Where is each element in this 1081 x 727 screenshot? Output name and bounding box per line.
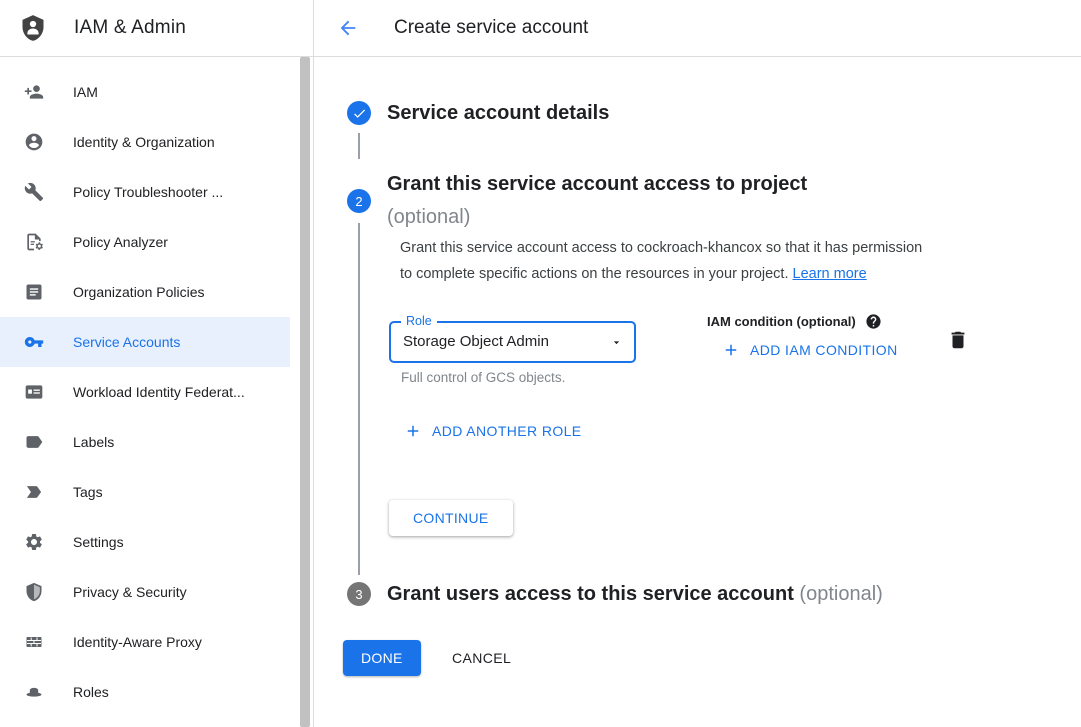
- sidebar-item-identity-organization[interactable]: Identity & Organization: [0, 117, 290, 167]
- done-button[interactable]: DONE: [343, 640, 421, 676]
- sidebar-item-label: Policy Troubleshooter ...: [73, 184, 223, 200]
- gear-icon: [24, 532, 44, 552]
- tag-arrow-icon: [24, 482, 44, 502]
- role-select-value: Storage Object Admin: [403, 323, 549, 361]
- stepper-connector: [358, 223, 360, 575]
- document-lines-icon: [24, 282, 44, 302]
- iam-condition-label-row: IAM condition (optional): [707, 313, 882, 330]
- sidebar-header: IAM & Admin: [0, 0, 313, 57]
- sidebar-item-label: Privacy & Security: [73, 584, 187, 600]
- step-2-title-optional: (optional): [387, 201, 807, 234]
- service-account-key-icon: [24, 332, 44, 352]
- sidebar-item-label: Tags: [73, 484, 103, 500]
- help-icon[interactable]: [865, 313, 882, 330]
- check-icon: [352, 106, 367, 121]
- sidebar-item-label: IAM: [73, 84, 98, 100]
- sidebar-nav: IAM Identity & Organization Policy Trouble…: [0, 57, 313, 717]
- step-1-title[interactable]: Service account details: [387, 100, 609, 126]
- id-card-icon: [24, 382, 44, 402]
- sidebar-item-policy-analyzer[interactable]: Policy Analyzer: [0, 217, 290, 267]
- account-circle-icon: [24, 132, 44, 152]
- sidebar-item-privacy-security[interactable]: Privacy & Security: [0, 567, 290, 617]
- sidebar-item-label: Identity-Aware Proxy: [73, 634, 202, 650]
- sidebar-item-roles[interactable]: Roles: [0, 667, 290, 717]
- sidebar-item-label: Workload Identity Federat...: [73, 384, 245, 400]
- policy-analyzer-icon: [24, 232, 44, 252]
- grant-description: Grant this service account access to coc…: [400, 236, 922, 287]
- delete-role-icon[interactable]: [947, 329, 969, 351]
- sidebar-item-label: Labels: [73, 434, 114, 450]
- continue-button[interactable]: CONTINUE: [389, 500, 513, 536]
- step-3-title: Grant users access to this service accou…: [387, 581, 883, 607]
- main-panel: Create service account Service account d…: [314, 0, 1081, 727]
- grant-description-line1: Grant this service account access to coc…: [400, 236, 922, 262]
- plus-icon: [404, 422, 422, 440]
- roles-hat-icon: [24, 682, 44, 702]
- main-header: Create service account: [314, 0, 1081, 57]
- step-2-number: 2: [355, 194, 362, 209]
- add-another-role-button[interactable]: ADD ANOTHER ROLE: [404, 422, 582, 440]
- sidebar-item-label: Organization Policies: [73, 284, 205, 300]
- back-arrow-icon[interactable]: [337, 17, 359, 39]
- sidebar-item-identity-aware-proxy[interactable]: Identity-Aware Proxy: [0, 617, 290, 667]
- label-tag-icon: [24, 432, 44, 452]
- person-add-icon: [24, 82, 44, 102]
- sidebar-scrollbar[interactable]: [300, 57, 310, 727]
- sidebar-item-iam[interactable]: IAM: [0, 67, 290, 117]
- sidebar-item-service-accounts[interactable]: Service Accounts: [0, 317, 290, 367]
- proxy-wall-icon: [24, 632, 44, 652]
- step-3-title-optional: (optional): [799, 583, 882, 605]
- sidebar-item-settings[interactable]: Settings: [0, 517, 290, 567]
- stepper-connector: [358, 133, 360, 159]
- step-3-number: 3: [355, 587, 362, 602]
- sidebar-item-policy-troubleshooter[interactable]: Policy Troubleshooter ...: [0, 167, 290, 217]
- step-3-title-text: Grant users access to this service accou…: [387, 583, 794, 605]
- sidebar: IAM & Admin IAM Identity & Organization Po…: [0, 0, 314, 727]
- step-2-indicator: 2: [347, 189, 371, 213]
- sidebar-item-label: Policy Analyzer: [73, 234, 168, 250]
- add-iam-condition-button[interactable]: ADD IAM CONDITION: [722, 341, 898, 359]
- step-2-title-text: Grant this service account access to pro…: [387, 168, 807, 201]
- learn-more-link[interactable]: Learn more: [793, 266, 867, 282]
- wrench-icon: [24, 182, 44, 202]
- step-2-title: Grant this service account access to pro…: [387, 168, 807, 234]
- sidebar-item-label: Service Accounts: [73, 334, 180, 350]
- step-1-indicator: [347, 101, 371, 125]
- grant-description-line2: to complete specific actions on the reso…: [400, 262, 922, 288]
- iam-condition-label: IAM condition (optional): [707, 314, 856, 329]
- cancel-button[interactable]: CANCEL: [446, 640, 517, 676]
- role-select[interactable]: Role Storage Object Admin: [389, 321, 636, 363]
- sidebar-item-label: Settings: [73, 534, 124, 550]
- dropdown-arrow-icon: [610, 336, 623, 349]
- step-3-indicator: 3: [347, 582, 371, 606]
- create-service-account-page: IAM & Admin IAM Identity & Organization Po…: [0, 0, 1081, 727]
- sidebar-item-tags[interactable]: Tags: [0, 467, 290, 517]
- sidebar-item-label: Roles: [73, 684, 109, 700]
- sidebar-item-organization-policies[interactable]: Organization Policies: [0, 267, 290, 317]
- privacy-shield-icon: [24, 582, 44, 602]
- iam-shield-icon: [19, 14, 47, 42]
- page-title: Create service account: [394, 17, 588, 39]
- sidebar-item-labels[interactable]: Labels: [0, 417, 290, 467]
- sidebar-item-label: Identity & Organization: [73, 134, 215, 150]
- plus-icon: [722, 341, 740, 359]
- role-helper-text: Full control of GCS objects.: [401, 370, 565, 385]
- app-title[interactable]: IAM & Admin: [74, 17, 186, 39]
- sidebar-item-workload-identity-federation[interactable]: Workload Identity Federat...: [0, 367, 290, 417]
